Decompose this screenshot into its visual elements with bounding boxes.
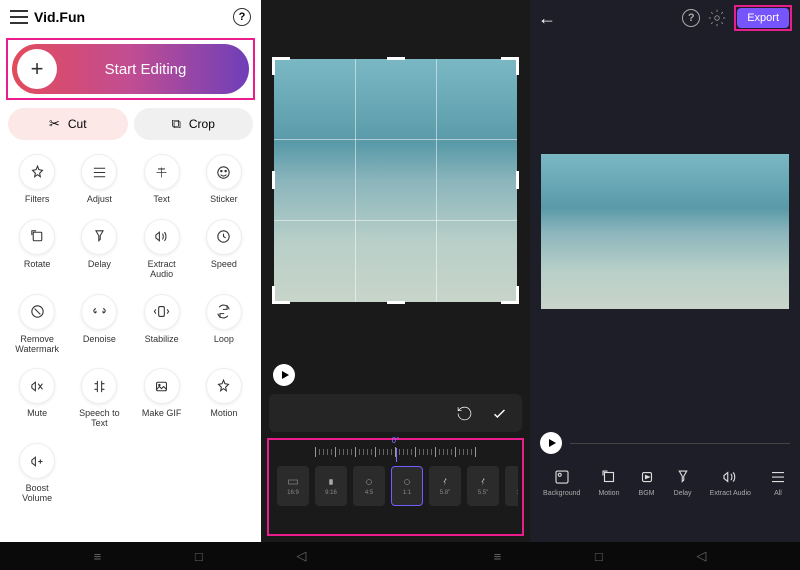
back-nav-icon[interactable]: ◁ (296, 548, 306, 564)
start-editing-button[interactable]: + Start Editing (12, 44, 249, 94)
rtool-extract-audio[interactable]: Extract Audio (710, 468, 751, 497)
settings-icon[interactable] (708, 9, 726, 27)
aspect-4:5[interactable]: 4:5 (353, 466, 385, 506)
menu-icon[interactable] (10, 10, 28, 24)
timeline[interactable] (570, 443, 790, 444)
tool-extract-audio[interactable]: ExtractAudio (131, 215, 193, 284)
tool-boost-volume[interactable]: BoostVolume (6, 439, 68, 508)
back-nav-icon[interactable]: ◁ (696, 548, 706, 564)
reset-icon[interactable] (456, 405, 473, 422)
tool-rotate[interactable]: Rotate (6, 215, 68, 284)
recents-icon[interactable]: ≡ (494, 549, 502, 564)
tool-stabilize[interactable]: Stabilize (131, 290, 193, 359)
tool-denoise[interactable]: Denoise (68, 290, 130, 359)
tool-text[interactable]: Text (131, 150, 193, 209)
tool-motion[interactable]: Motion (193, 364, 255, 433)
cut-tab[interactable]: ✂ Cut (8, 108, 128, 140)
home-icon[interactable]: □ (595, 549, 603, 564)
home-icon[interactable]: □ (195, 549, 203, 564)
rtool-background[interactable]: Background (543, 468, 580, 497)
tool-loop[interactable]: Loop (193, 290, 255, 359)
grid-overlay (274, 59, 517, 302)
crop-tab[interactable]: ⧉ Crop (134, 108, 254, 140)
app-title: Vid.Fun (34, 9, 233, 25)
help-icon[interactable]: ? (682, 9, 700, 27)
video-preview (541, 154, 789, 309)
rtool-bgm[interactable]: BGM (638, 468, 656, 497)
aspect-16:9[interactable]: 16:9 (277, 466, 309, 506)
crop-icon: ⧉ (172, 116, 181, 132)
rotation-ruler[interactable] (273, 444, 518, 460)
aspect-5.8"[interactable]: 5.8" (429, 466, 461, 506)
export-button[interactable]: Export (737, 8, 789, 28)
confirm-icon[interactable] (491, 405, 508, 422)
aspect-3:4[interactable]: 3:4 (505, 466, 518, 506)
tool-sticker[interactable]: Sticker (193, 150, 255, 209)
play-button[interactable] (273, 364, 295, 386)
back-icon[interactable]: ← (538, 8, 556, 29)
help-icon[interactable]: ? (233, 8, 251, 26)
scissors-icon: ✂ (49, 116, 60, 132)
rtool-delay[interactable]: Delay (674, 468, 692, 497)
tool-mute[interactable]: Mute (6, 364, 68, 433)
recents-icon[interactable]: ≡ (94, 549, 102, 564)
crop-preview[interactable] (274, 59, 517, 302)
tool-adjust[interactable]: Adjust (68, 150, 130, 209)
tool-filters[interactable]: Filters (6, 150, 68, 209)
tool-speed[interactable]: Speed (193, 215, 255, 284)
rtool-all[interactable]: All (769, 468, 787, 497)
aspect-1:1[interactable]: 1:1 (391, 466, 423, 506)
tool-speech-to-text[interactable]: Speech toText (68, 364, 130, 433)
plus-icon: + (17, 49, 57, 89)
system-navbar: ≡ □ ◁ ≡ □ ◁ (0, 542, 800, 570)
tool-make-gif[interactable]: Make GIF (131, 364, 193, 433)
tool-remove-watermark[interactable]: RemoveWatermark (6, 290, 68, 359)
aspect-9:16[interactable]: 9:16 (315, 466, 347, 506)
aspect-5.5"[interactable]: 5.5" (467, 466, 499, 506)
tool-delay[interactable]: Delay (68, 215, 130, 284)
rtool-motion[interactable]: Motion (598, 468, 619, 497)
play-button[interactable] (540, 432, 562, 454)
